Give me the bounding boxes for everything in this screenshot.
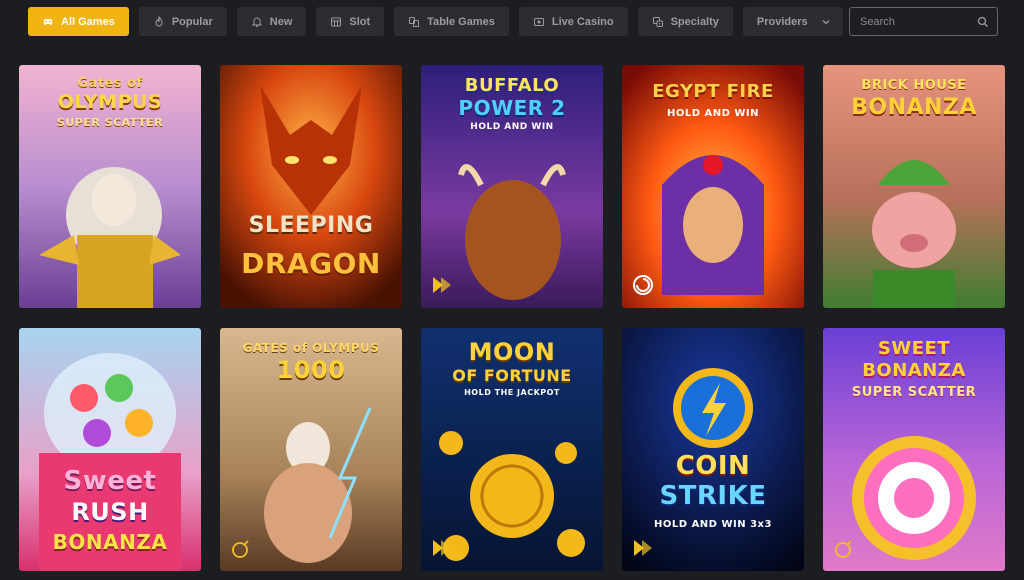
video-icon (533, 16, 545, 28)
joystick-icon (42, 16, 54, 28)
search-field[interactable] (849, 7, 998, 36)
game-tile[interactable]: Gates of OLYMPUS SUPER SCATTER (19, 65, 201, 308)
game-title-line-3: HOLD AND WIN 3x3 (654, 519, 772, 530)
game-tile[interactable]: COIN STRIKE HOLD AND WIN 3x3 (622, 328, 804, 571)
game-title-line-1: COIN (675, 451, 751, 481)
game-title-line-1: BUFFALO (464, 75, 560, 96)
game-title-line-1: BRICK HOUSE (861, 78, 967, 93)
bomb-provider-icon (232, 540, 249, 558)
filter-slot[interactable]: Slot (316, 7, 385, 36)
game-tile[interactable]: Sweet RUSH BONANZA (19, 328, 201, 571)
game-title-line-3: SUPER SCATTER (851, 385, 977, 400)
game-title-line-3: SUPER SCATTER (56, 116, 164, 129)
game-title-line-1: SWEET (877, 338, 951, 359)
cards-icon (408, 16, 420, 28)
filter-label: New (269, 15, 293, 28)
chevron-down-icon (822, 19, 830, 24)
providers-label: Providers (756, 15, 808, 28)
game-tile[interactable]: SLEEPING DRAGON (220, 65, 402, 308)
filter-specialty[interactable]: Specialty (637, 7, 733, 36)
bell-icon (251, 16, 263, 28)
filter-label: All Games (61, 15, 115, 28)
game-title-line-3: BONANZA (52, 530, 168, 554)
dice-icon (652, 16, 664, 28)
filter-all-games[interactable]: All Games (28, 7, 129, 36)
triangle-provider-icon (433, 277, 451, 293)
game-title-line-2: BONANZA (862, 360, 966, 381)
game-tile[interactable]: MOON OF FORTUNE HOLD THE JACKPOT (421, 328, 603, 571)
game-title-line-2: OF FORTUNE (452, 366, 572, 385)
game-title-line-3: HOLD AND WIN (470, 122, 554, 132)
game-title-line-2: OLYMPUS (57, 91, 163, 113)
filter-label: Table Games (427, 15, 495, 28)
spiral-provider-icon (633, 275, 653, 295)
triangle-provider-icon (433, 540, 451, 556)
game-grid: Gates of OLYMPUS SUPER SCATTER SLEEPING … (19, 65, 1005, 571)
game-title-line-2: HOLD AND WIN (666, 108, 760, 119)
filter-label: Live Casino (551, 15, 614, 28)
game-title-line-2: DRAGON (241, 247, 381, 280)
filter-popular[interactable]: Popular (138, 7, 227, 36)
game-tile[interactable]: BUFFALO POWER 2 HOLD AND WIN (421, 65, 603, 308)
search-icon[interactable] (977, 16, 989, 28)
filter-label: Popular (171, 15, 213, 28)
game-thumbnail (622, 328, 804, 571)
game-title-line-2: RUSH (71, 498, 149, 526)
game-title-line-1: Gates of (77, 76, 143, 91)
filter-label: Specialty (670, 15, 719, 28)
game-title-line-1: EGYPT FIRE (652, 81, 774, 102)
providers-dropdown[interactable]: Providers (742, 7, 843, 36)
slot-machine-icon (330, 16, 342, 28)
game-title-line-1: MOON (468, 338, 556, 366)
game-title-line-1: GATES of OLYMPUS (242, 341, 380, 355)
game-title-line-2: BONANZA (851, 95, 977, 120)
game-tile[interactable]: BRICK HOUSE BONANZA (823, 65, 1005, 308)
flame-icon (153, 15, 165, 28)
game-tile[interactable]: EGYPT FIRE HOLD AND WIN (622, 65, 804, 308)
filter-new[interactable]: New (236, 7, 307, 36)
game-title-line-1: SLEEPING (248, 213, 374, 238)
game-title-line-1: Sweet (63, 466, 157, 496)
bomb-provider-icon (835, 540, 852, 558)
filter-table-games[interactable]: Table Games (394, 7, 509, 36)
game-title-line-2: STRIKE (659, 481, 767, 511)
game-tile[interactable]: GATES of OLYMPUS 1000 (220, 328, 402, 571)
search-input[interactable] (860, 15, 977, 28)
category-filter-bar: All Games Popular New Slot Table Games L… (28, 7, 843, 36)
filter-label: Slot (349, 15, 371, 28)
filter-live-casino[interactable]: Live Casino (518, 7, 628, 36)
game-tile[interactable]: SWEET BONANZA SUPER SCATTER (823, 328, 1005, 571)
game-title-line-2: 1000 (276, 356, 346, 384)
game-title-line-3: HOLD THE JACKPOT (464, 388, 560, 397)
triangle-provider-icon (634, 540, 652, 556)
game-title-line-2: POWER 2 (458, 96, 566, 120)
